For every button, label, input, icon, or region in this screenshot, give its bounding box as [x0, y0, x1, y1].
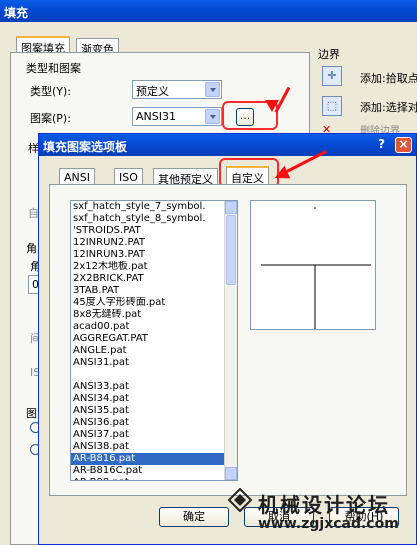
- list-item[interactable]: sxf_hatch_style_7_symbol.: [71, 201, 237, 213]
- angle-scale-group-label: 角: [26, 242, 37, 255]
- list-item[interactable]: ANSI31.pat: [71, 357, 237, 369]
- pattern-list-scrollbar[interactable]: [224, 201, 237, 480]
- chevron-down-icon: [205, 109, 220, 124]
- list-item[interactable]: acad00.pat: [71, 321, 237, 333]
- list-item[interactable]: AGGREGAT.PAT: [71, 333, 237, 345]
- list-item[interactable]: ANSI35.pat: [71, 405, 237, 417]
- type-label: 类型(Y):: [30, 85, 72, 98]
- watermark: 机械设计论坛 www.zgjxcad.com: [220, 486, 417, 545]
- list-item[interactable]: ANSI37.pat: [71, 429, 237, 441]
- list-item[interactable]: ANGLE.pat: [71, 345, 237, 357]
- watermark-logo-icon: [227, 487, 253, 513]
- hatch-pattern-palette-dialog: 填充图案选项板 ? × ANSI ISO 其他预定义 自定义 sxf_hatch…: [38, 133, 417, 545]
- list-item[interactable]: 12INRUN2.PAT: [71, 237, 237, 249]
- scroll-thumb[interactable]: [226, 215, 236, 285]
- type-pattern-group-label: 类型和图案: [26, 62, 81, 75]
- pattern-label: 图案(P):: [30, 112, 71, 125]
- pattern-select[interactable]: ANSI31: [132, 107, 222, 126]
- add-pick-points-button[interactable]: 添加:拾取点: [360, 70, 417, 86]
- hatch-origin-group-label: 图: [26, 407, 37, 420]
- scroll-up-icon[interactable]: [225, 201, 237, 214]
- list-item[interactable]: 12INRUN3.PAT: [71, 249, 237, 261]
- remove-boundary-button[interactable]: 删除边界: [360, 124, 417, 133]
- list-item[interactable]: AR-B816C.pat: [71, 465, 237, 477]
- select-objects-icon[interactable]: ⬚: [322, 96, 342, 116]
- list-item[interactable]: 2X2BRICK.PAT: [71, 273, 237, 285]
- list-item[interactable]: ANSI38.pat: [71, 441, 237, 453]
- pattern-list-items: sxf_hatch_style_7_symbol. sxf_hatch_style…: [71, 201, 237, 480]
- list-item[interactable]: ANSI36.pat: [71, 417, 237, 429]
- type-select-value: 预定义: [136, 85, 169, 98]
- list-item[interactable]: 8x8无缝砖.pat: [71, 309, 237, 321]
- pattern-preview: [250, 200, 376, 330]
- list-item[interactable]: 3TAB.PAT: [71, 285, 237, 297]
- type-select[interactable]: 预定义: [132, 80, 222, 99]
- ok-button[interactable]: 确定: [159, 507, 229, 527]
- annotation-arrow-1-head: [265, 100, 279, 112]
- remove-boundary-icon[interactable]: ✕: [322, 123, 342, 133]
- chevron-down-icon: [205, 82, 220, 97]
- list-item[interactable]: [71, 369, 237, 381]
- tab-iso[interactable]: ISO: [114, 168, 143, 185]
- list-item[interactable]: sxf_hatch_style_8_symbol.: [71, 213, 237, 225]
- watermark-url: www.zgjxcad.com: [258, 516, 399, 532]
- pattern-select-value: ANSI31: [136, 110, 176, 123]
- scroll-down-icon[interactable]: [225, 467, 237, 480]
- add-select-objects-button[interactable]: 添加:选择对象: [360, 99, 417, 115]
- list-item[interactable]: 45度人字形砖面.pat: [71, 297, 237, 309]
- pattern-list[interactable]: sxf_hatch_style_7_symbol. sxf_hatch_style…: [70, 200, 238, 481]
- list-item[interactable]: ANSI34.pat: [71, 393, 237, 405]
- list-item[interactable]: AR-B816.pat: [71, 453, 237, 465]
- list-item[interactable]: AR-B88.pat: [71, 477, 237, 480]
- preview-drawing: [261, 207, 371, 329]
- list-item[interactable]: 2x12木地板.pat: [71, 261, 237, 273]
- tab-ansi[interactable]: ANSI: [59, 168, 95, 185]
- list-item[interactable]: ANSI33.pat: [71, 381, 237, 393]
- help-icon[interactable]: ?: [373, 137, 390, 153]
- dialog-title: 填充图案选项板: [39, 134, 416, 156]
- list-item[interactable]: 'STROIDS.PAT: [71, 225, 237, 237]
- close-icon[interactable]: ×: [395, 137, 412, 153]
- pick-points-icon[interactable]: ✛: [322, 66, 342, 86]
- watermark-title: 机械设计论坛: [258, 493, 390, 517]
- main-window-title: 填充: [0, 0, 417, 22]
- boundary-group-label: 边界: [318, 48, 340, 61]
